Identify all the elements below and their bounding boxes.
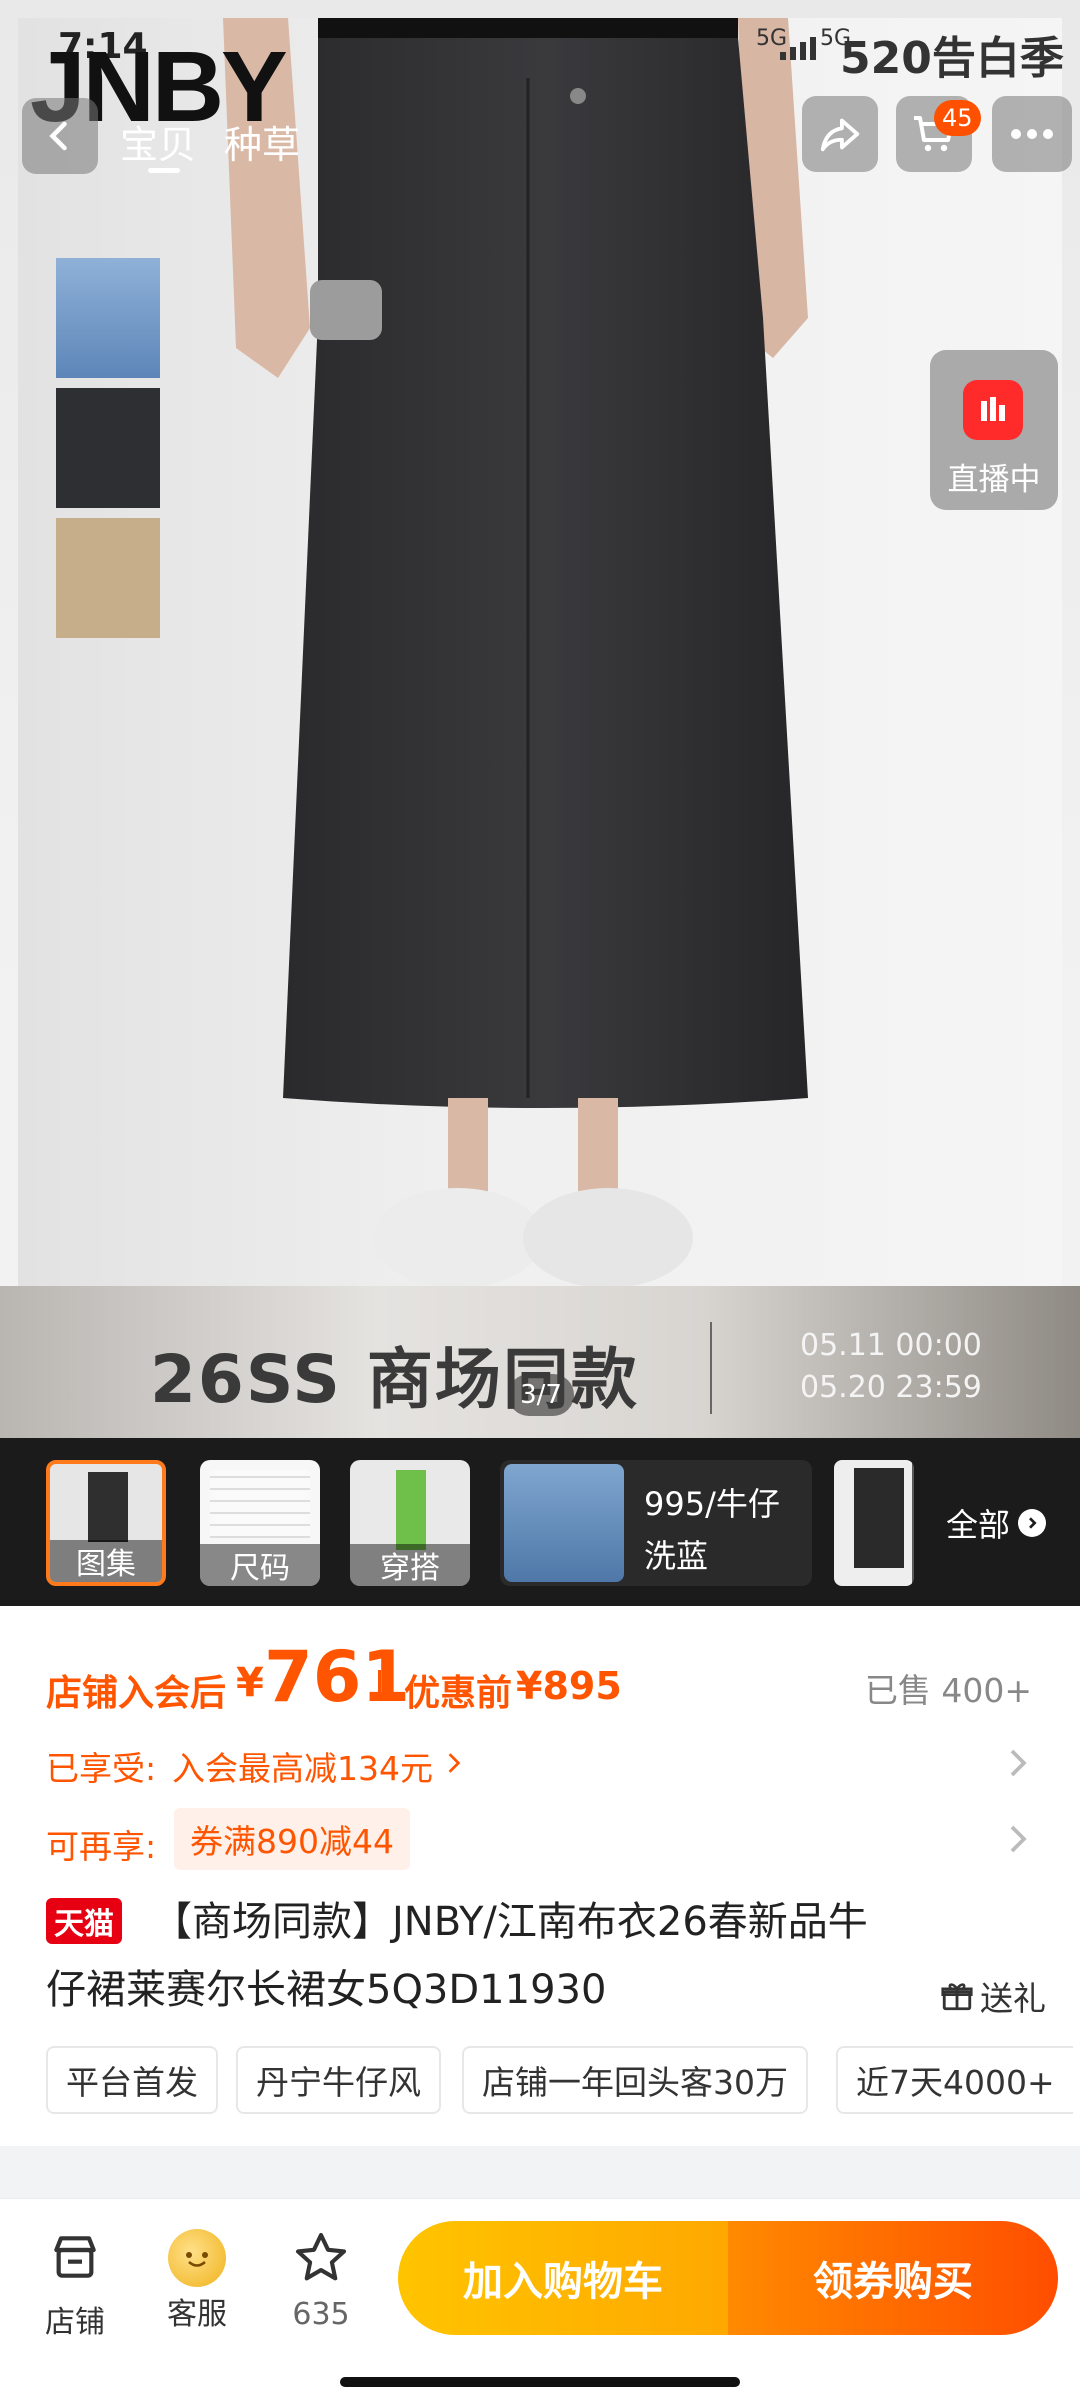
product-photo[interactable] [18, 18, 1062, 1286]
product-gallery[interactable]: 7:14 5G 5G 520告白季 JNBY 宝贝 种草 45 直播中 26SS… [0, 0, 1080, 1445]
banner-date-start: 05.11 00:00 [800, 1328, 982, 1363]
thumb-outfit[interactable]: 穿搭 [350, 1460, 470, 1586]
thumb-outfit-label: 穿搭 [350, 1544, 470, 1586]
gallery-thumbnail-bar: 图集 尺码 穿搭 995/牛仔 洗蓝 全部 [0, 1438, 1080, 1606]
more-button[interactable] [992, 96, 1072, 172]
original-price: ¥895 [516, 1664, 622, 1708]
gift-icon [941, 1983, 973, 2011]
bottom-action-bar: 店铺 客服 635 加入购物车 领券购买 [0, 2198, 1080, 2400]
enjoyed-label: 已享受: [46, 1749, 157, 1788]
store-button[interactable]: 店铺 [20, 2229, 130, 2341]
partial-image [854, 1468, 904, 1568]
thumb-album-image [88, 1472, 128, 1542]
skirt-image [223, 18, 808, 1286]
product-title-block: 天猫 【商场同款】JNBY/江南布衣26春新品牛仔裙莱赛尔长裙女5Q3D1193… [46, 1888, 1046, 2038]
thumb-variant[interactable]: 995/牛仔 洗蓝 [500, 1460, 812, 1586]
cart-count-badge: 45 [934, 100, 981, 136]
back-button[interactable] [22, 98, 98, 174]
variant-image [504, 1464, 624, 1582]
coupon-tag[interactable]: 券满890减44 [174, 1808, 410, 1870]
tag-row: 平台首发 丹宁牛仔风 店铺一年回头客30万 近7天4000+ [0, 2042, 1080, 2122]
thumb-album[interactable]: 图集 [46, 1460, 166, 1586]
promo-banner: 26SS 商场同款 05.11 00:00 05.20 23:59 3/7 [0, 1286, 1080, 1445]
tag-repeat-customers[interactable]: 店铺一年回头客30万 [462, 2046, 808, 2114]
variant-label: 995/牛仔 洗蓝 [644, 1485, 780, 1575]
buy-button[interactable]: 领券购买 [728, 2221, 1058, 2335]
tab-baobei[interactable]: 宝贝 [120, 114, 196, 169]
outfit-figure [396, 1470, 426, 1550]
member-price: 761 [264, 1636, 411, 1718]
service-label: 客服 [167, 2297, 227, 2332]
tab-underline [148, 168, 180, 173]
page-indicator: 3/7 [508, 1374, 574, 1416]
original-price-prefix: 优惠前 [404, 1673, 513, 1714]
gift-button[interactable]: 送礼 [940, 1972, 1046, 2020]
enjoyed-value: 入会最高减134元 [172, 1749, 433, 1788]
view-all-label: 全部 [945, 1506, 1010, 1544]
add-to-cart-label: 加入购物车 [463, 2259, 663, 2305]
thumb-size[interactable]: 尺码 [200, 1460, 320, 1586]
tag-platform-first[interactable]: 平台首发 [46, 2046, 218, 2114]
product-info: 店铺入会后 ¥ 761 优惠前 ¥895 已售 400+ 已享受: 入会最高减1… [0, 1606, 1080, 2146]
live-button[interactable]: 直播中 [930, 350, 1058, 510]
banner-divider [710, 1322, 712, 1414]
swatch-khaki[interactable] [56, 518, 160, 638]
tag-recent-sales[interactable]: 近7天4000+ [836, 2046, 1073, 2114]
member-price-prefix: 店铺入会后 [46, 1673, 227, 1714]
chevron-right-circle-icon [1018, 1509, 1046, 1537]
thumb-album-label: 图集 [50, 1540, 162, 1582]
chevron-right-icon [1010, 1749, 1027, 1777]
swatch-blue[interactable] [56, 258, 160, 378]
share-icon [820, 118, 860, 152]
service-icon [168, 2229, 226, 2287]
star-icon [295, 2232, 347, 2281]
favorite-button[interactable]: 635 [266, 2229, 376, 2332]
enjoyed-discount-row[interactable]: 已享受: 入会最高减134元 [46, 1736, 1036, 1792]
more-dots-icon [1011, 129, 1053, 139]
tag-denim-style[interactable]: 丹宁牛仔风 [236, 2046, 441, 2114]
chevron-right-small-icon [448, 1753, 461, 1773]
gift-label: 送礼 [980, 1979, 1046, 2018]
tab-zhongcao[interactable]: 种草 [224, 114, 300, 169]
thumb-partial[interactable] [834, 1460, 914, 1586]
promo-logo: 520告白季 [840, 33, 1064, 84]
service-button[interactable]: 客服 [142, 2229, 252, 2333]
store-label: 店铺 [45, 2305, 105, 2340]
live-icon [963, 380, 1023, 440]
favorite-count: 635 [292, 2297, 350, 2332]
sold-count: 已售 400+ [864, 1671, 1032, 1710]
add-to-cart-button[interactable]: 加入购物车 [398, 2221, 728, 2335]
more-discount-label: 可再享: [46, 1827, 157, 1866]
chevron-right-icon-2 [1010, 1825, 1027, 1853]
thumb-size-label: 尺码 [200, 1544, 320, 1586]
live-label: 直播中 [947, 462, 1041, 498]
swatch-black[interactable] [56, 388, 160, 508]
view-all-button[interactable]: 全部 [912, 1460, 1080, 1586]
currency-symbol: ¥ [236, 1660, 264, 1706]
share-button[interactable] [802, 96, 878, 172]
banner-date-end: 05.20 23:59 [800, 1370, 982, 1405]
product-title: 【商场同款】JNBY/江南布衣26春新品牛仔裙莱赛尔长裙女5Q3D11930 [46, 1899, 868, 2013]
home-indicator [340, 2377, 740, 2387]
chevron-left-icon [49, 121, 67, 151]
store-icon [54, 2236, 96, 2278]
price-divider [378, 1670, 381, 1700]
size-chart-grid [210, 1470, 310, 1538]
coupon-row[interactable]: 可再享: 券满890减44 [46, 1806, 1036, 1876]
buy-label: 领券购买 [813, 2259, 973, 2305]
price-row: 店铺入会后 ¥ 761 优惠前 ¥895 已售 400+ [46, 1636, 1046, 1722]
